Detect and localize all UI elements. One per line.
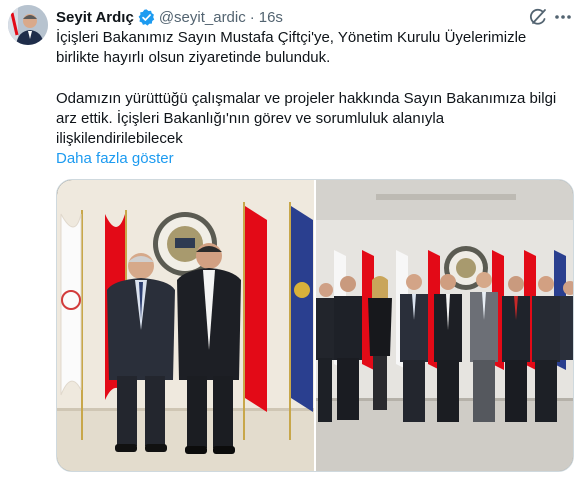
show-more-link[interactable]: Daha fazla göster: [56, 149, 174, 169]
verified-badge-icon: [138, 8, 155, 26]
more-options-icon[interactable]: [552, 6, 574, 28]
tweet-header: Seyit Ardıç @seyit_ardic · 16s: [56, 7, 283, 27]
tweet-text-paragraph-2: Odamızın yürüttüğü çalışmalar ve projele…: [56, 90, 557, 147]
author-name[interactable]: Seyit Ardıç: [56, 9, 134, 26]
avatar[interactable]: [8, 5, 48, 45]
tweet-text-paragraph-1: İçişleri Bakanımız Sayın Mustafa Çiftçi'…: [56, 29, 527, 66]
grok-icon[interactable]: [527, 6, 549, 28]
timestamp[interactable]: 16s: [259, 9, 283, 26]
media-photo-2[interactable]: [316, 180, 573, 471]
separator-dot: ·: [249, 8, 255, 26]
author-handle[interactable]: @seyit_ardic: [159, 9, 246, 26]
media-grid: [56, 179, 574, 472]
media-photo-1[interactable]: [57, 180, 314, 471]
tweet[interactable]: Seyit Ardıç @seyit_ardic · 16s İçişleri …: [0, 0, 583, 478]
